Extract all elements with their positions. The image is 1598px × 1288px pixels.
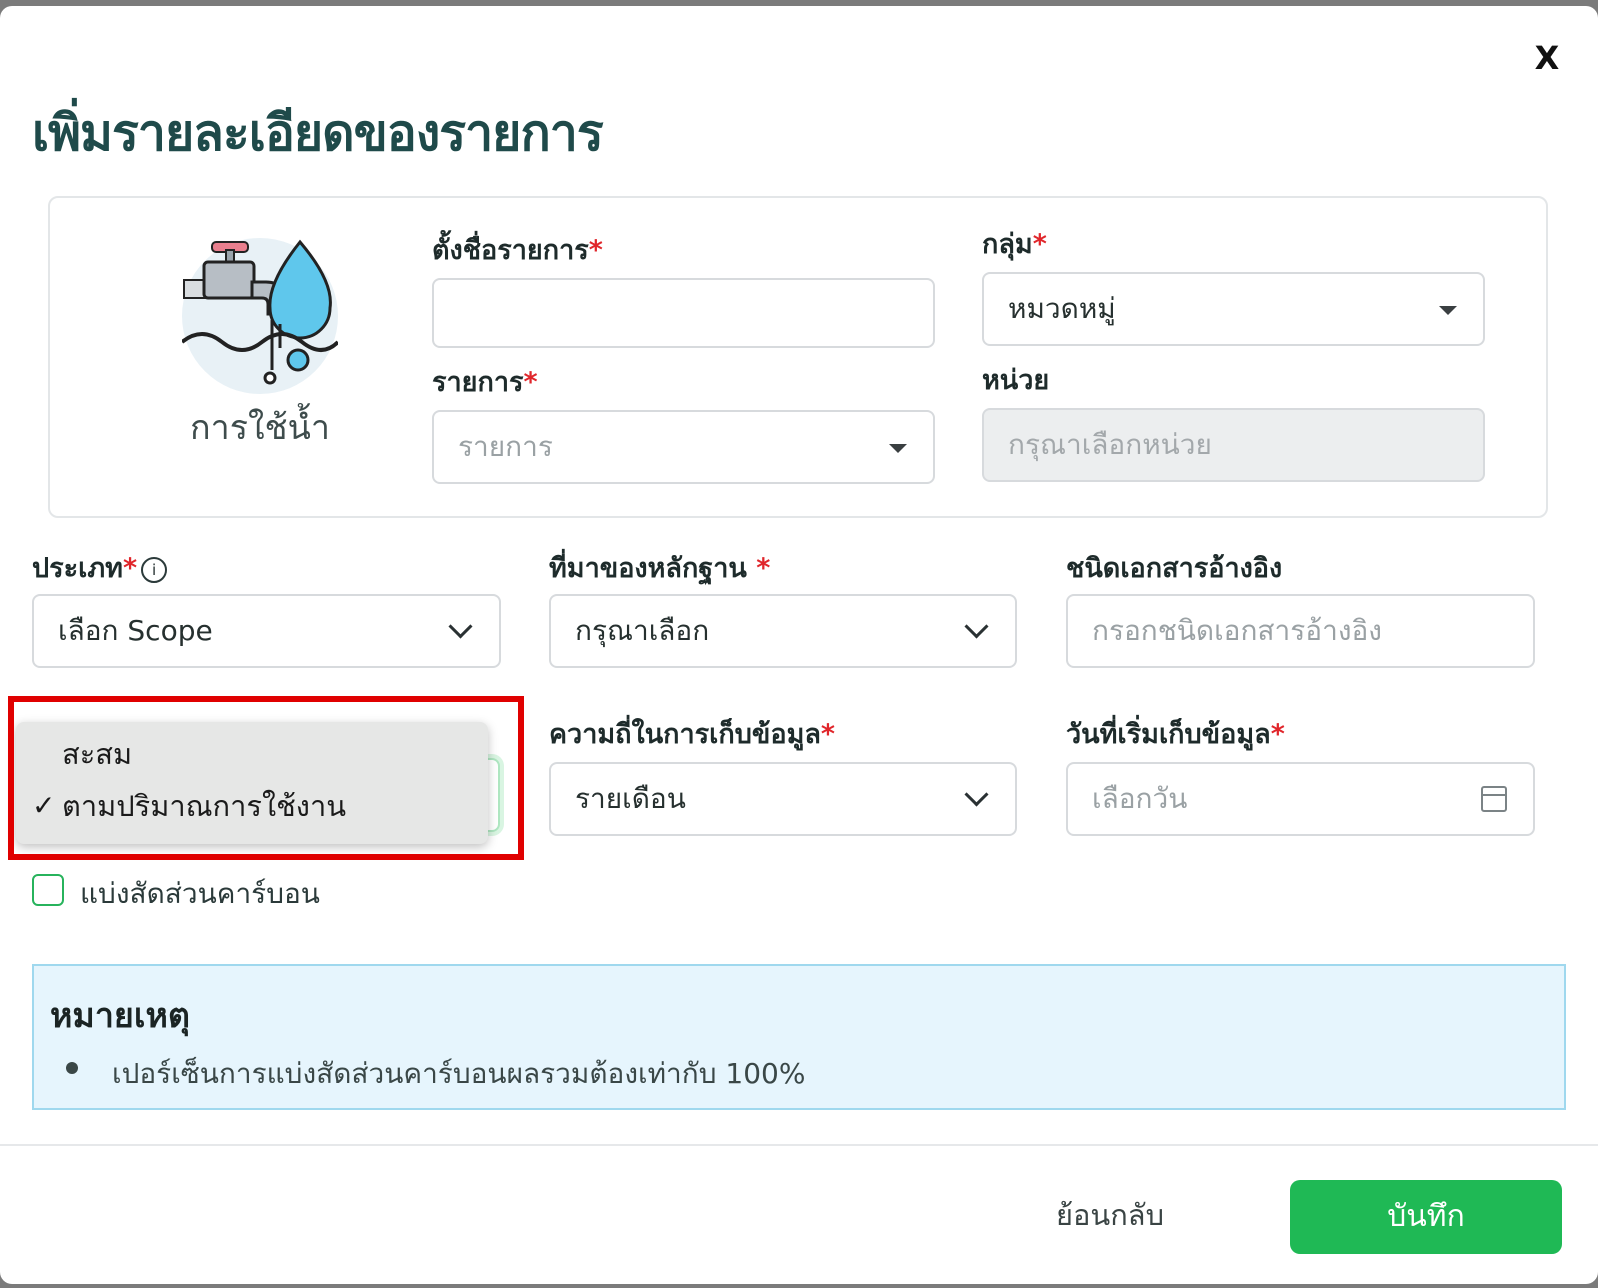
dialog-title: เพิ่มรายละเอียดของรายการ — [32, 104, 604, 162]
add-item-dialog: X เพิ่มรายละเอียดของรายการ การใช้น้ำ ตั้… — [0, 6, 1598, 1284]
type-select[interactable]: เลือก Scope — [32, 594, 501, 668]
note-title: หมายเหตุ — [50, 996, 190, 1036]
bullet-icon — [66, 1062, 78, 1074]
evidence-source-label: ที่มาของหลักฐาน * — [549, 553, 771, 584]
frequency-select[interactable]: รายเดือน — [549, 762, 1017, 836]
calendar-icon[interactable] — [1481, 786, 1507, 812]
ref-doc-label: ชนิดเอกสารอ้างอิง — [1066, 553, 1283, 584]
frequency-value: รายเดือน — [575, 782, 686, 815]
frequency-label: ความถี่ในการเก็บข้อมูล* — [549, 719, 836, 750]
unit-label: หน่วย — [982, 365, 1050, 396]
note-box: หมายเหตุ เปอร์เซ็นการแบ่งสัดส่วนคาร์บอนผ… — [32, 964, 1566, 1110]
group-value: หมวดหมู่ — [1008, 292, 1116, 325]
start-date-input[interactable]: เลือกวัน — [1066, 762, 1535, 836]
group-label: กลุ่ม* — [982, 229, 1047, 260]
info-icon[interactable]: i — [141, 556, 168, 583]
carbon-split-label: แบ่งสัดส่วนคาร์บอน — [80, 877, 320, 910]
group-select[interactable]: หมวดหมู่ — [982, 272, 1485, 346]
item-name-label: ตั้งชื่อรายการ* — [432, 235, 603, 266]
highlight-box — [8, 696, 524, 860]
unit-field: กรุณาเลือกหน่วย — [982, 408, 1485, 482]
note-item: เปอร์เซ็นการแบ่งสัดส่วนคาร์บอนผลรวมต้องเ… — [112, 1057, 806, 1090]
back-button[interactable]: ย้อนกลับ — [1030, 1178, 1190, 1252]
footer-divider — [0, 1144, 1598, 1146]
item-label: รายการ* — [432, 367, 538, 398]
category-label: การใช้น้ำ — [190, 408, 330, 448]
evidence-source-select[interactable]: กรุณาเลือก — [549, 594, 1017, 668]
start-date-label: วันที่เริ่มเก็บข้อมูล* — [1066, 719, 1285, 750]
caret-down-icon — [1439, 306, 1457, 315]
chevron-down-icon — [448, 614, 473, 639]
start-date-placeholder: เลือกวัน — [1092, 782, 1188, 815]
evidence-source-value: กรุณาเลือก — [575, 614, 710, 647]
ref-doc-input[interactable]: กรอกชนิดเอกสารอ้างอิง — [1066, 594, 1535, 668]
type-value: เลือก Scope — [58, 614, 213, 647]
item-select[interactable]: รายการ — [432, 410, 935, 484]
caret-down-icon — [889, 444, 907, 453]
type-label: ประเภท* i — [32, 546, 168, 589]
save-button[interactable]: บันทึก — [1290, 1180, 1562, 1254]
chevron-down-icon — [964, 782, 989, 807]
chevron-down-icon — [964, 614, 989, 639]
carbon-split-checkbox[interactable] — [32, 874, 64, 906]
water-tap-icon — [182, 238, 338, 394]
close-icon[interactable]: X — [1527, 38, 1567, 78]
item-name-input[interactable] — [432, 278, 935, 348]
item-placeholder: รายการ — [458, 430, 553, 463]
